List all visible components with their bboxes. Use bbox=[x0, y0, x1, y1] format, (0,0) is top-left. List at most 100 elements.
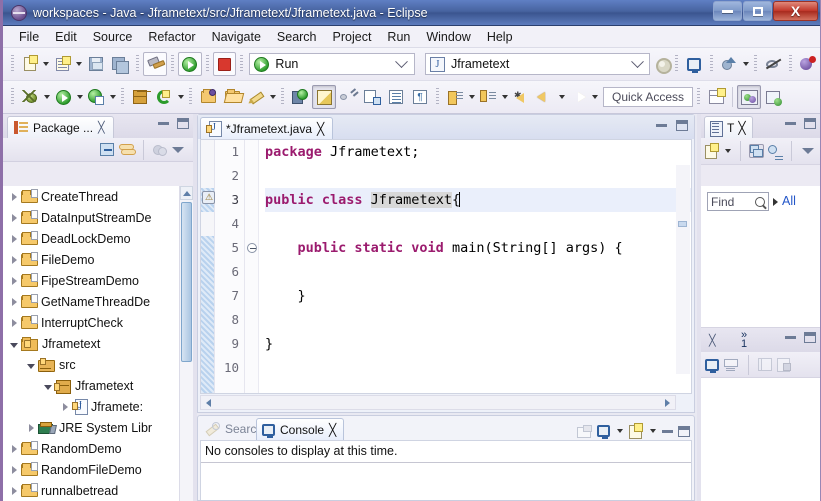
twisty-closed-icon[interactable] bbox=[7, 211, 21, 225]
minimize-icon[interactable] bbox=[656, 124, 667, 127]
tree-item[interactable]: runnalbetread bbox=[3, 480, 193, 501]
console-icon[interactable] bbox=[705, 359, 719, 371]
minimize-icon[interactable] bbox=[158, 122, 169, 125]
code-text[interactable]: package Jframetext; public class Jframet… bbox=[259, 140, 691, 393]
maximize-icon[interactable] bbox=[678, 426, 690, 437]
toolbar2-grip[interactable] bbox=[11, 88, 14, 106]
tree-item[interactable]: FipeStreamDemo bbox=[3, 270, 193, 291]
console-body[interactable]: No consoles to display at this time. bbox=[200, 440, 692, 500]
debug-dropdown[interactable] bbox=[42, 86, 51, 108]
overflow-tabs-indicator[interactable]: » 1 bbox=[741, 331, 747, 349]
fold-slot[interactable] bbox=[245, 356, 258, 380]
toolbar2-grip-3[interactable] bbox=[189, 88, 192, 106]
toolbar-grip-4[interactable] bbox=[206, 55, 209, 73]
open-console-dropdown[interactable] bbox=[648, 420, 657, 442]
run-as-dropdown[interactable] bbox=[75, 86, 84, 108]
show-whitespace-button[interactable]: ¶ bbox=[408, 85, 432, 109]
scroll-up-button[interactable] bbox=[676, 165, 690, 179]
occurrence-overview-marker[interactable] bbox=[678, 221, 687, 227]
twisty-closed-icon[interactable] bbox=[24, 421, 38, 435]
collapse-all-icon[interactable] bbox=[100, 143, 114, 156]
show-hierarchy-icon[interactable] bbox=[749, 144, 764, 158]
project-tree[interactable]: CreateThreadDataInputStreamDeDeadLockDem… bbox=[3, 186, 193, 501]
save-all-button[interactable] bbox=[108, 52, 132, 76]
scroll-left-button[interactable] bbox=[202, 396, 215, 409]
toolbar-grip-9[interactable] bbox=[789, 55, 792, 73]
forward-dropdown[interactable] bbox=[590, 86, 599, 108]
code-editor[interactable]: 12345678910 package Jframetext; public c… bbox=[200, 139, 692, 394]
scroll-up-button[interactable] bbox=[180, 186, 193, 200]
code-line[interactable]: public static void main(String[] args) { bbox=[265, 236, 691, 260]
code-line[interactable] bbox=[265, 164, 691, 188]
annotate-button[interactable] bbox=[244, 85, 268, 109]
code-line[interactable]: package Jframetext; bbox=[265, 140, 691, 164]
new-element-icon[interactable] bbox=[705, 144, 719, 158]
tree-item[interactable]: JJframete: bbox=[3, 396, 193, 417]
toolbar-grip-8[interactable] bbox=[754, 55, 757, 73]
back-button[interactable] bbox=[533, 85, 557, 109]
fold-slot[interactable] bbox=[245, 332, 258, 356]
menu-refactor[interactable]: Refactor bbox=[140, 28, 203, 46]
fold-slot[interactable] bbox=[245, 260, 258, 284]
run-as-button[interactable] bbox=[51, 85, 75, 109]
display-console-dropdown[interactable] bbox=[615, 420, 624, 442]
fold-slot[interactable] bbox=[245, 140, 258, 164]
toolbar2-grip-4[interactable] bbox=[281, 88, 284, 106]
twisty-closed-icon[interactable] bbox=[7, 190, 21, 204]
gear-icon[interactable] bbox=[653, 55, 671, 73]
code-line[interactable]: public class Jframetext{ bbox=[265, 188, 691, 212]
close-icon[interactable]: ╳ bbox=[317, 122, 324, 136]
open-console-button[interactable] bbox=[682, 52, 706, 76]
tree-item[interactable]: InterruptCheck bbox=[3, 312, 193, 333]
menu-run[interactable]: Run bbox=[379, 28, 418, 46]
twisty-closed-icon[interactable] bbox=[7, 232, 21, 246]
prev-annotation-button[interactable] bbox=[476, 85, 500, 109]
warning-marker-icon[interactable] bbox=[202, 191, 214, 203]
editor-horizontal-scrollbar[interactable] bbox=[200, 395, 676, 410]
external-tools-button[interactable] bbox=[84, 85, 108, 109]
tree-item[interactable]: RandomDemo bbox=[3, 438, 193, 459]
debug-view-dropdown[interactable] bbox=[741, 53, 750, 75]
launch-config-combo[interactable]: J Jframetext bbox=[425, 53, 650, 75]
quick-access-input[interactable]: Quick Access bbox=[603, 87, 693, 107]
tree-item[interactable]: JRE System Libr bbox=[3, 417, 193, 438]
toolbar-grip[interactable] bbox=[11, 55, 14, 73]
toolbar-grip-5[interactable] bbox=[240, 55, 243, 73]
new-wizard-button[interactable] bbox=[18, 52, 42, 76]
close-button[interactable]: X bbox=[773, 1, 818, 21]
open-task-button[interactable] bbox=[220, 85, 244, 109]
fold-collapse-icon[interactable] bbox=[247, 243, 257, 253]
tree-item[interactable]: Jframetext bbox=[3, 375, 193, 396]
tree-item[interactable]: GetNameThreadDe bbox=[3, 291, 193, 312]
twisty-closed-icon[interactable] bbox=[7, 484, 21, 498]
tab-outline[interactable]: T ╳ bbox=[704, 116, 753, 138]
scroll-right-button[interactable] bbox=[661, 396, 674, 409]
paste-icon[interactable] bbox=[777, 358, 791, 371]
open-type-button[interactable] bbox=[196, 85, 220, 109]
all-filter-link[interactable]: All bbox=[782, 194, 796, 208]
task-list-body[interactable] bbox=[701, 378, 820, 501]
menu-window[interactable]: Window bbox=[418, 28, 478, 46]
skip-breakpoints-button[interactable] bbox=[761, 52, 785, 76]
document-button[interactable] bbox=[384, 85, 408, 109]
tab-package-explorer[interactable]: Package ... ╳ bbox=[7, 116, 114, 138]
task-list-icon[interactable] bbox=[724, 358, 739, 371]
package-explorer-scrollbar[interactable] bbox=[179, 186, 193, 501]
save-button[interactable] bbox=[84, 52, 108, 76]
maximize-icon[interactable] bbox=[804, 332, 816, 343]
debug-error-badge[interactable] bbox=[796, 52, 820, 76]
new-java-project-dropdown[interactable] bbox=[75, 53, 84, 75]
menu-navigate[interactable]: Navigate bbox=[204, 28, 269, 46]
debug-view-button[interactable] bbox=[717, 52, 741, 76]
back-to-button[interactable]: ✱ bbox=[509, 85, 533, 109]
toolbar-grip-6[interactable] bbox=[675, 55, 678, 73]
next-annotation-button[interactable] bbox=[443, 85, 467, 109]
twisty-open-icon[interactable] bbox=[41, 379, 55, 393]
debug-button[interactable] bbox=[18, 85, 42, 109]
tree-item[interactable]: Jframetext bbox=[3, 333, 193, 354]
maximize-button[interactable] bbox=[743, 1, 772, 21]
link-button[interactable] bbox=[336, 85, 360, 109]
folding-ruler[interactable] bbox=[245, 140, 259, 393]
toolbar-grip-3[interactable] bbox=[171, 55, 174, 73]
export-button[interactable] bbox=[360, 85, 384, 109]
